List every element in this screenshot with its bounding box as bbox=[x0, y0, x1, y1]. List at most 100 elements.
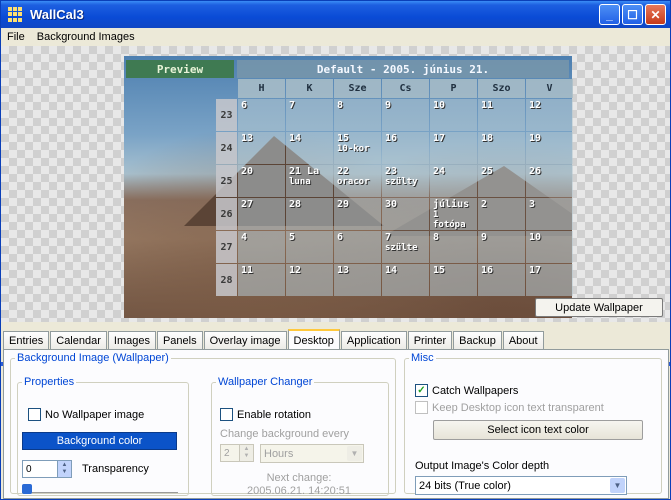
tab-backup[interactable]: Backup bbox=[453, 331, 502, 349]
calendar-day-cell: 8 bbox=[430, 231, 477, 263]
calendar-day-cell: 20 bbox=[238, 165, 285, 197]
tab-calendar[interactable]: Calendar bbox=[50, 331, 107, 349]
calendar-day-cell: 27 bbox=[238, 198, 285, 230]
day-header: H bbox=[238, 79, 285, 98]
calendar-day-cell: 7 szülte bbox=[382, 231, 429, 263]
calendar-day-cell: július 1 fotópa bbox=[430, 198, 477, 230]
day-number: 27 bbox=[241, 199, 254, 210]
day-number: 30 bbox=[385, 199, 398, 210]
day-number: 26 bbox=[529, 166, 542, 177]
title-bar[interactable]: WallCal3 _ ☐ ✕ bbox=[1, 1, 670, 28]
week-number: 28 bbox=[216, 264, 237, 296]
enable-rotation-label: Enable rotation bbox=[237, 408, 311, 421]
week-number: 23 bbox=[216, 99, 237, 131]
update-wallpaper-button[interactable]: Update Wallpaper bbox=[535, 298, 663, 317]
no-wallpaper-checkbox[interactable]: No Wallpaper image bbox=[28, 408, 144, 421]
week-number: 25 bbox=[216, 165, 237, 197]
day-number: 29 bbox=[337, 199, 350, 210]
day-number: 6 bbox=[241, 100, 248, 111]
background-image-group: Background Image (Wallpaper) Properties … bbox=[10, 352, 396, 497]
calendar-day-cell: 23 szülty bbox=[382, 165, 429, 197]
day-event: 1 fotópa bbox=[433, 210, 466, 230]
calendar-day-cell: 17 bbox=[526, 264, 573, 296]
day-number: 8 bbox=[433, 232, 440, 243]
tab-desktop[interactable]: Desktop bbox=[287, 329, 340, 350]
calendar-day-cell: 17 bbox=[430, 132, 477, 164]
keep-transparent-checkbox[interactable]: Keep Desktop icon text transparent bbox=[415, 401, 604, 414]
tab-images[interactable]: Images bbox=[107, 331, 156, 349]
menu-background-images[interactable]: Background Images bbox=[31, 31, 141, 43]
day-number: 2 bbox=[481, 199, 488, 210]
maximize-icon[interactable]: ☐ bbox=[622, 4, 643, 25]
week-number: 26 bbox=[216, 198, 237, 230]
tab-entries[interactable]: Entries bbox=[3, 331, 50, 349]
day-number: 25 bbox=[481, 166, 494, 177]
minimize-icon[interactable]: _ bbox=[599, 4, 620, 25]
transparency-value[interactable]: 0 bbox=[22, 460, 58, 478]
tab-panels[interactable]: Panels bbox=[156, 331, 203, 349]
day-number: 17 bbox=[529, 265, 542, 276]
week-number: 24 bbox=[216, 132, 237, 164]
spinner-arrows-icon[interactable]: ▲ ▼ bbox=[240, 444, 254, 462]
transparency-spinner[interactable]: 0 ▲ ▼ Transparency bbox=[22, 460, 149, 478]
calendar-day-cell: 25 bbox=[478, 165, 525, 197]
day-number: 16 bbox=[481, 265, 494, 276]
calendar-day-cell: 3 bbox=[526, 198, 573, 230]
day-number: 16 bbox=[385, 133, 398, 144]
calendar-week-row: 26 27 28 29 30 július 1 fotópa 2 3 bbox=[216, 198, 574, 230]
calendar-day-cell: 7 bbox=[286, 99, 333, 131]
calendar-day-cell: 10 bbox=[526, 231, 573, 263]
background-image-legend: Background Image (Wallpaper) bbox=[17, 352, 169, 364]
interval-unit-select[interactable]: Hours ▼ bbox=[260, 444, 364, 463]
spinner-arrows-icon[interactable]: ▲ ▼ bbox=[58, 460, 72, 478]
select-icon-color-button[interactable]: Select icon text color bbox=[433, 420, 643, 440]
calendar-day-cell: 14 bbox=[286, 132, 333, 164]
day-number: 14 bbox=[385, 265, 398, 276]
tab-printer[interactable]: Printer bbox=[407, 331, 453, 349]
calendar-day-cell: 19 bbox=[526, 132, 573, 164]
chevron-down-icon: ▼ bbox=[347, 446, 362, 461]
interval-value[interactable]: 2 bbox=[220, 444, 240, 462]
transparency-label: Transparency bbox=[82, 463, 149, 475]
day-number: 13 bbox=[241, 133, 254, 144]
change-every-label: Change background every bbox=[220, 428, 350, 440]
calendar-day-cell: 29 bbox=[334, 198, 381, 230]
catch-wallpapers-checkbox[interactable]: ✓ Catch Wallpapers bbox=[415, 384, 518, 397]
tab-application[interactable]: Application bbox=[340, 331, 407, 349]
calendar-week-row: 23 6 7 8 9 10 11 12 bbox=[216, 99, 574, 131]
calendar-day-cell: 4 bbox=[238, 231, 285, 263]
catch-wallpapers-label: Catch Wallpapers bbox=[432, 384, 519, 397]
tab-about[interactable]: About bbox=[502, 331, 544, 349]
calendar-day-cell: 6 bbox=[238, 99, 285, 131]
calendar-week-row: 27 4 5 6 7 szülte 8 9 10 bbox=[216, 231, 574, 263]
day-number: 28 bbox=[289, 199, 302, 210]
tab-overlay-image[interactable]: Overlay image bbox=[203, 331, 287, 349]
interval-spinner[interactable]: 2 ▲ ▼ bbox=[220, 444, 254, 462]
day-number: 22 bbox=[337, 166, 350, 177]
calendar-week-row: 25 20 21 La luna 22 oracor 23 szülty 24 25 26 bbox=[216, 165, 574, 197]
color-depth-select[interactable]: 24 bits (True color) ▼ bbox=[415, 476, 627, 495]
close-icon[interactable]: ✕ bbox=[645, 4, 666, 25]
color-depth-value: 24 bits (True color) bbox=[419, 479, 511, 492]
day-header: P bbox=[430, 79, 477, 98]
transparency-slider[interactable] bbox=[22, 484, 178, 494]
day-number: 18 bbox=[481, 133, 494, 144]
day-event: szülty bbox=[385, 177, 418, 187]
interval-unit-value: Hours bbox=[264, 447, 294, 460]
background-color-button[interactable]: Background color bbox=[22, 432, 177, 450]
enable-rotation-checkbox[interactable]: Enable rotation bbox=[220, 408, 311, 421]
day-number: 14 bbox=[289, 133, 302, 144]
checkbox-box bbox=[415, 401, 428, 414]
day-number: 9 bbox=[481, 232, 488, 243]
calendar-day-headers: H K Sze Cs P Szo V bbox=[238, 79, 574, 98]
calendar-day-cell: 9 bbox=[382, 99, 429, 131]
calendar-weeks: 23 6 7 8 9 10 11 12 24 13 14 15 10-kor 16 17 18 19 25 20 21… bbox=[216, 99, 574, 296]
menu-file[interactable]: File bbox=[1, 31, 31, 43]
checkbox-box bbox=[220, 408, 233, 421]
calendar-title: Default - 2005. június 21. bbox=[237, 60, 569, 78]
window-controls: _ ☐ ✕ bbox=[599, 4, 666, 25]
day-number: 12 bbox=[529, 100, 542, 111]
day-number: 24 bbox=[433, 166, 446, 177]
day-number: 5 bbox=[289, 232, 296, 243]
calendar-day-cell: 8 bbox=[334, 99, 381, 131]
